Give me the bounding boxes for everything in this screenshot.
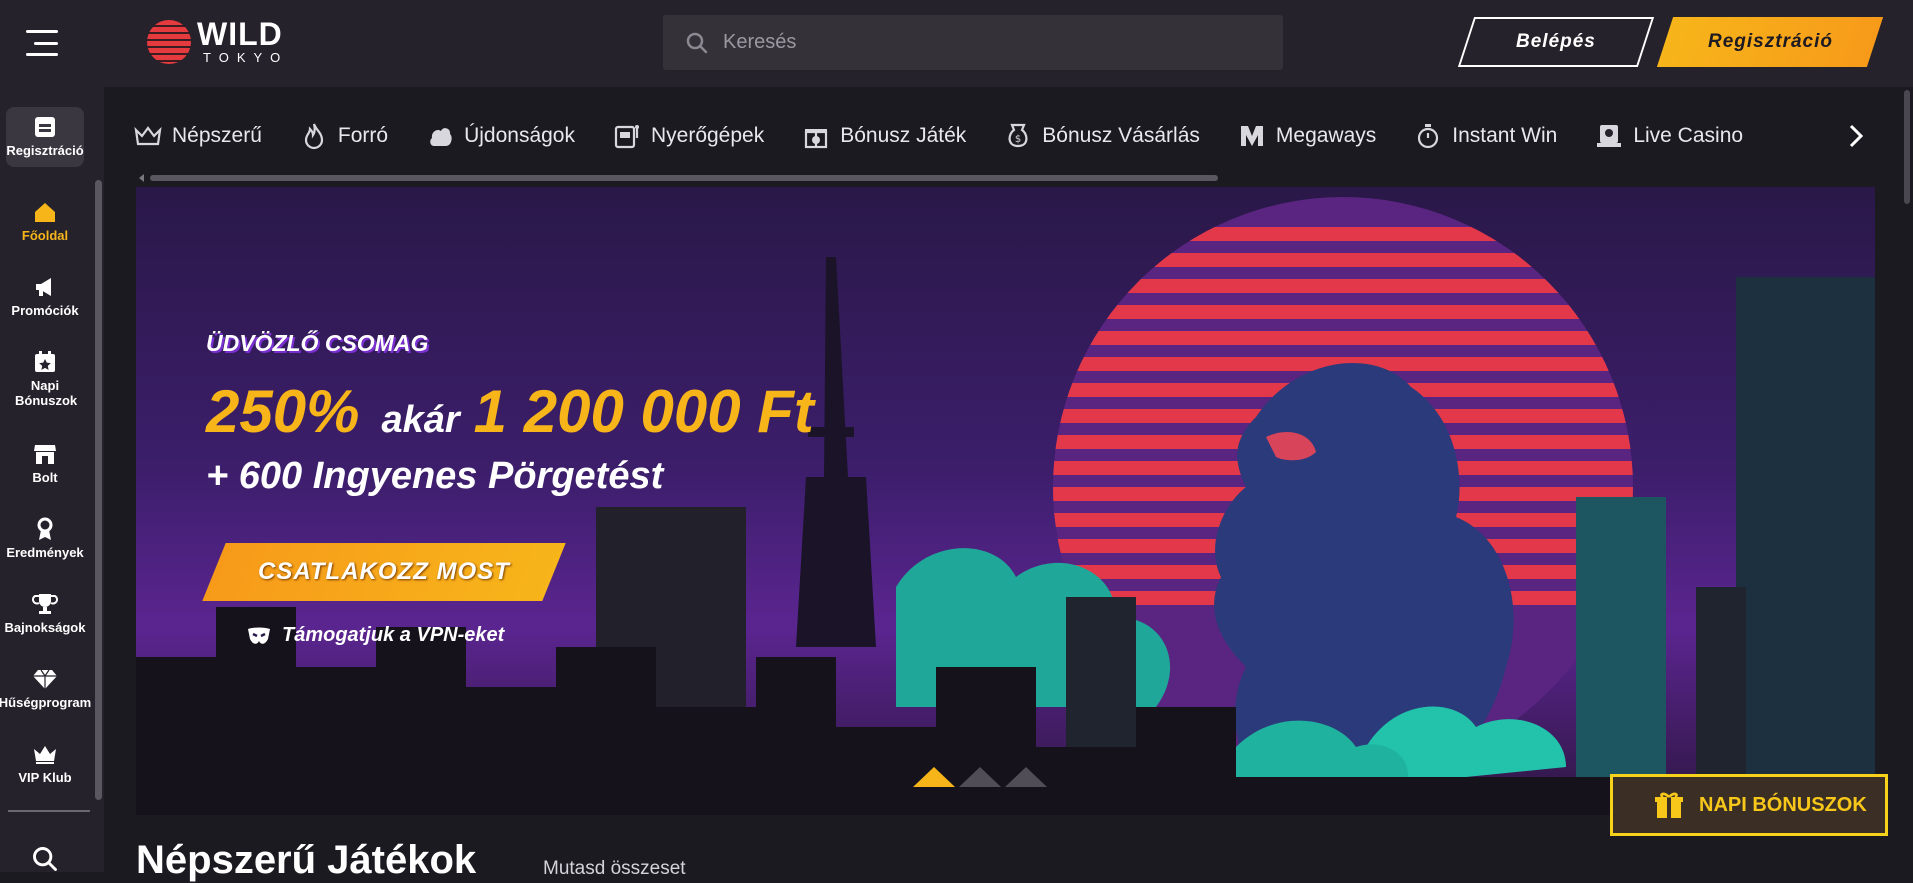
register-button-label: Regisztráció: [1707, 31, 1833, 52]
money-bag-icon: $: [1008, 123, 1028, 148]
gift-icon: [805, 129, 828, 149]
hero-amount: 1 200 000 Ft: [473, 378, 814, 445]
vpn-mask-icon: [248, 627, 270, 644]
hero-headline: 250% akár 1 200 000 Ft: [206, 377, 814, 446]
hero-connector: akár: [381, 399, 460, 441]
sidebar-item-register[interactable]: Regisztráció: [6, 107, 84, 167]
sidebar-item-label: Hűségprogram: [0, 695, 92, 710]
megaphone-icon: [36, 278, 51, 296]
tab-label: Live Casino: [1633, 124, 1744, 147]
diamond-icon: [33, 669, 57, 689]
new-icon: [430, 128, 452, 146]
sidebar-item-promotions[interactable]: Promóciók: [0, 275, 90, 318]
sidebar-item-label: Regisztráció: [6, 143, 84, 158]
register-icon: [35, 117, 55, 137]
search-input[interactable]: [723, 31, 1263, 54]
hero-banner[interactable]: ÜDVÖZLŐ CSOMAG 250% akár 1 200 000 Ft + 60…: [136, 187, 1875, 815]
category-tabs: Népszerű Forró Újdonságok Nyerőgépek Bón…: [134, 110, 1854, 162]
sidebar-item-label: VIP Klub: [18, 770, 72, 785]
carousel-dot[interactable]: [1005, 767, 1047, 787]
megaways-icon: [1240, 126, 1263, 146]
crown-icon: [34, 746, 56, 764]
join-now-button[interactable]: CSATLAKOZZ MOST: [202, 543, 566, 601]
hero-percent: 250%: [206, 378, 360, 445]
hero-subline: + 600 Ingyenes Pörgetést: [206, 455, 664, 497]
carousel-dot[interactable]: [913, 767, 955, 787]
login-button[interactable]: Belépés: [1457, 17, 1655, 67]
banner-illustration: [136, 197, 1875, 815]
register-button[interactable]: Regisztráció: [1656, 17, 1884, 67]
sidebar-divider: [8, 810, 90, 812]
vpn-notice: Támogatjuk a VPN-eket: [246, 624, 504, 647]
tab-label: Forró: [337, 124, 389, 147]
shop-icon: [34, 445, 56, 464]
svg-text:$: $: [1015, 134, 1021, 145]
site-logo[interactable]: WILD TOKYO: [147, 16, 287, 66]
tab-bonus-game[interactable]: Bónusz Játék: [802, 122, 966, 150]
tab-label: Újdonságok: [464, 124, 575, 147]
logo-tokyo-text: TOKYO: [203, 50, 289, 65]
carousel-indicators: [913, 767, 1051, 787]
tab-label: Instant Win: [1452, 124, 1558, 147]
chevron-right-icon[interactable]: [1846, 122, 1866, 150]
daily-bonuses-button[interactable]: NAPI BÓNUSZOK: [1610, 774, 1888, 836]
sidebar-item-vip[interactable]: VIP Klub: [0, 742, 90, 785]
sidebar-item-results[interactable]: Eredmények: [0, 517, 90, 560]
tab-live-casino[interactable]: Live Casino: [1595, 122, 1743, 150]
search-icon: [686, 32, 708, 53]
sidebar-item-label: Bajnokságok: [4, 620, 86, 635]
sidebar-search-icon[interactable]: [31, 845, 59, 873]
tab-hot[interactable]: Forró: [300, 122, 388, 150]
carousel-dot[interactable]: [959, 767, 1001, 787]
slot-machine-icon: [614, 125, 639, 149]
join-now-label: CSATLAKOZZ MOST: [258, 558, 510, 585]
tab-megaways[interactable]: Megaways: [1238, 122, 1376, 150]
sidebar-item-tournaments[interactable]: Bajnokságok: [0, 592, 90, 635]
logo-wild-text: WILD: [197, 16, 283, 52]
sidebar-item-label: Főoldal: [21, 228, 69, 243]
tab-new[interactable]: Újdonságok: [426, 122, 575, 150]
sidebar-item-loyalty[interactable]: Hűségprogram: [0, 667, 92, 710]
show-all-link[interactable]: Mutasd összeset: [543, 858, 686, 880]
tab-bonus-buy[interactable]: $ Bónusz Vásárlás: [1004, 122, 1200, 150]
search-bar[interactable]: [663, 15, 1283, 70]
calendar-star-icon: [35, 351, 55, 372]
top-header: WILD TOKYO Belépés Regisztráció: [0, 0, 1913, 87]
sidebar: Regisztráció Főoldal Promóciók Napi Bónu…: [0, 87, 104, 872]
menu-icon[interactable]: [26, 30, 58, 56]
tab-popular[interactable]: Népszerű: [134, 122, 262, 150]
stopwatch-icon: [1418, 124, 1439, 149]
sidebar-item-label: Promóciók: [11, 303, 79, 318]
scroll-left-icon[interactable]: [139, 174, 144, 182]
login-button-label: Belépés: [1516, 31, 1596, 52]
logo-sun-icon: [147, 20, 191, 64]
tab-label: Bónusz Játék: [840, 124, 967, 147]
sidebar-item-daily-bonuses[interactable]: Napi Bónuszok: [0, 350, 90, 408]
daily-bonuses-label: NAPI BÓNUSZOK: [1699, 793, 1867, 816]
gift-icon: [1655, 792, 1683, 818]
category-scrollbar[interactable]: [150, 175, 1218, 181]
tab-instant-win[interactable]: Instant Win: [1414, 122, 1557, 150]
sidebar-item-shop[interactable]: Bolt: [0, 442, 90, 485]
hero-eyebrow: ÜDVÖZLŐ CSOMAG: [206, 330, 429, 356]
home-icon: [35, 203, 55, 222]
tab-label: Népszerű: [172, 124, 262, 147]
tab-label: Megaways: [1275, 124, 1377, 147]
medal-icon: [37, 517, 53, 540]
sidebar-scrollbar[interactable]: [95, 180, 102, 800]
section-title: Népszerű Játékok: [136, 838, 477, 882]
trophy-icon: [32, 594, 58, 614]
flame-icon: [304, 123, 323, 150]
tab-label: Nyerőgépek: [650, 124, 765, 147]
crown-icon: [134, 126, 162, 146]
sidebar-item-home[interactable]: Főoldal: [0, 200, 90, 243]
live-casino-icon: [1597, 125, 1622, 147]
tab-label: Bónusz Vásárlás: [1042, 124, 1200, 147]
page-scrollbar[interactable]: [1904, 90, 1910, 204]
vpn-text: Támogatjuk a VPN-eket: [282, 624, 505, 646]
sidebar-item-label: Bolt: [32, 470, 58, 485]
sidebar-item-label: Eredmények: [6, 545, 84, 560]
tab-slots[interactable]: Nyerőgépek: [613, 122, 764, 150]
sidebar-item-label: Napi Bónuszok: [15, 378, 78, 408]
